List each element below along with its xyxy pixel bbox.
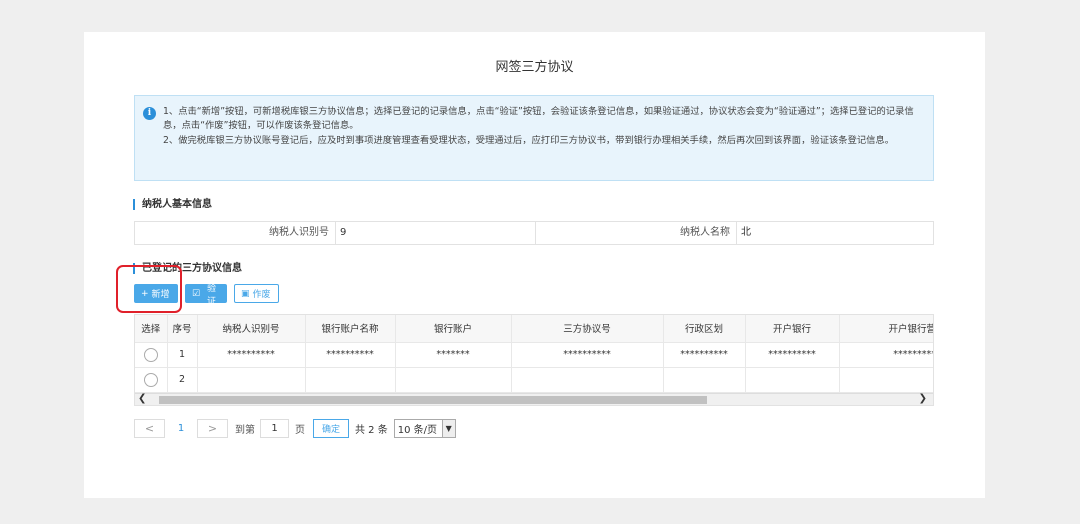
document-icon: ▣ xyxy=(241,288,250,299)
cell-taxpayer-id: ********** xyxy=(197,342,306,368)
col-region: 行政区划 xyxy=(663,315,746,343)
add-button-highlight xyxy=(116,265,182,313)
col-account-name: 银行账户名称 xyxy=(305,315,396,343)
taxpayer-id-cell: 纳税人识别号 9 xyxy=(135,222,535,244)
chevron-down-icon[interactable]: ▼ xyxy=(441,419,455,437)
col-bank-branch: 开户银行营业 xyxy=(839,315,933,343)
col-agreement-no: 三方协议号 xyxy=(511,315,664,343)
col-bank: 开户银行 xyxy=(745,315,840,343)
notice-line-2: 2、做完税库银三方协议账号登记后，应及时到事项进度管理查看受理状态，受理通过后，… xyxy=(163,135,895,146)
col-seq: 序号 xyxy=(167,315,198,343)
row-select[interactable] xyxy=(135,367,168,393)
void-button[interactable]: ▣ 作废 xyxy=(234,284,279,303)
goto-page-input[interactable]: 1 xyxy=(260,418,289,438)
cell-seq: 1 xyxy=(167,342,198,368)
info-icon: i xyxy=(143,107,156,120)
taxpayer-id-label: 纳税人识别号 xyxy=(269,227,329,238)
radio-button[interactable] xyxy=(143,372,158,387)
goto-label: 到第 xyxy=(235,424,255,436)
notice-box: i 1、点击“新增”按钮，可新增税库银三方协议信息；选择已登记的记录信息，点击“… xyxy=(134,95,934,181)
pagination: < 1 > 到第 1 页 确定 共 2 条 10 条/页 ▼ xyxy=(134,418,456,438)
check-square-icon: ☑ xyxy=(192,288,201,299)
cell-seq: 2 xyxy=(167,367,198,393)
cell-account: ******* xyxy=(395,342,512,368)
page-size-select[interactable]: 10 条/页 ▼ xyxy=(393,418,456,438)
col-account: 银行账户 xyxy=(395,315,512,343)
table-row[interactable]: 1 ********** ********** ******* ********… xyxy=(135,342,933,368)
horizontal-scrollbar[interactable]: ❮ ❯ xyxy=(135,393,933,405)
verify-button-label: 验证 xyxy=(207,283,217,307)
page-unit-label: 页 xyxy=(295,424,305,436)
taxpayer-info-row: 纳税人识别号 9 纳税人名称 北 xyxy=(134,221,934,245)
prev-page-button[interactable]: < xyxy=(134,418,165,438)
cell-account-name: ********** xyxy=(305,342,396,368)
cell-bank: ********** xyxy=(745,342,840,368)
notice-line-1: 1、点击“新增”按钮，可新增税库银三方协议信息；选择已登记的记录信息，点击“验证… xyxy=(163,106,914,131)
cell-bank-branch xyxy=(839,367,933,393)
taxpayer-id-value: 9 xyxy=(335,222,535,244)
page-title: 网签三方协议 xyxy=(495,60,574,75)
cell-region: ********** xyxy=(663,342,746,368)
cell-bank xyxy=(745,367,840,393)
void-button-label: 作废 xyxy=(252,290,271,300)
taxpayer-section-title: 纳税人基本信息 xyxy=(133,199,212,210)
col-select: 选择 xyxy=(135,315,168,343)
main-card: 网签三方协议 i 1、点击“新增”按钮，可新增税库银三方协议信息；选择已登记的记… xyxy=(84,32,985,498)
cell-bank-branch: ********** xyxy=(839,342,933,368)
verify-button[interactable]: ☑ 验证 xyxy=(185,284,227,307)
cell-account xyxy=(395,367,512,393)
col-taxpayer-id: 纳税人识别号 xyxy=(197,315,306,343)
taxpayer-name-value: 北 xyxy=(736,222,936,244)
page-number-1[interactable]: 1 xyxy=(165,418,197,438)
scroll-left-icon[interactable]: ❮ xyxy=(138,393,146,404)
cell-account-name xyxy=(305,367,396,393)
total-count: 共 2 条 xyxy=(355,424,388,436)
cell-region xyxy=(663,367,746,393)
radio-button[interactable] xyxy=(143,347,158,362)
cell-agreement-no: ********** xyxy=(511,342,664,368)
scroll-right-icon[interactable]: ❯ xyxy=(919,393,927,404)
confirm-button[interactable]: 确定 xyxy=(313,418,349,438)
page-size-value: 10 条/页 xyxy=(397,424,438,436)
taxpayer-name-cell: 纳税人名称 北 xyxy=(535,222,936,244)
table-header-row: 选择 序号 纳税人识别号 银行账户名称 银行账户 三方协议号 行政区划 开户银行… xyxy=(135,315,933,343)
taxpayer-name-label: 纳税人名称 xyxy=(680,227,730,238)
row-select[interactable] xyxy=(135,342,168,368)
table-row[interactable]: 2 xyxy=(135,367,933,393)
cell-taxpayer-id xyxy=(197,367,306,393)
next-page-button[interactable]: > xyxy=(197,418,228,438)
cell-agreement-no xyxy=(511,367,664,393)
agreements-table: 选择 序号 纳税人识别号 银行账户名称 银行账户 三方协议号 行政区划 开户银行… xyxy=(134,314,934,406)
scrollbar-thumb[interactable] xyxy=(159,396,707,404)
